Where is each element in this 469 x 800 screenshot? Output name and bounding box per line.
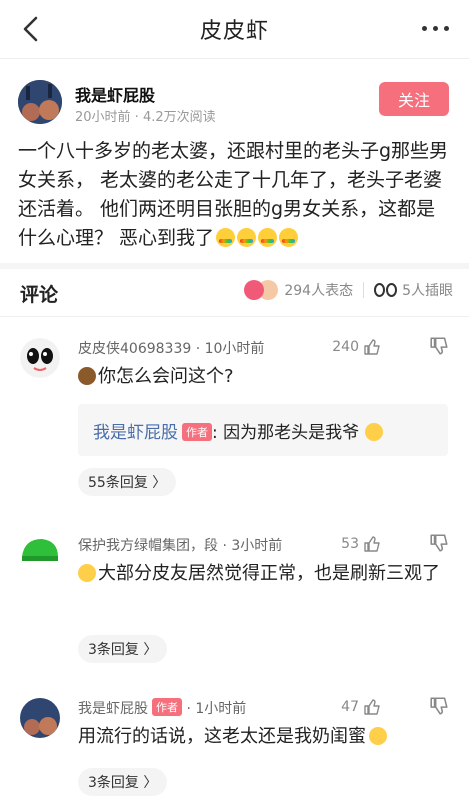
post-meta: 20小时前 · 4.2万次阅读	[75, 110, 216, 125]
thumbs-down-icon[interactable]	[429, 696, 449, 716]
post-author-name[interactable]: 我是虾屁股	[75, 82, 155, 106]
comment-like-button[interactable]: 53	[341, 535, 381, 553]
comments-header: 评论 294人表态 5人插眼	[0, 270, 469, 314]
author-tag: 作者	[182, 423, 212, 441]
comment-like-button[interactable]: 47	[341, 698, 381, 716]
crying-emoji-icon	[237, 228, 257, 247]
commenter-avatar[interactable]	[20, 338, 60, 378]
comment-author[interactable]: 我是虾屁股 作者 · 1小时前	[78, 698, 246, 718]
like-count: 47	[341, 699, 359, 715]
crying-emoji-icon	[279, 228, 299, 247]
thumbs-up-icon	[364, 536, 380, 552]
eyes-icon	[374, 283, 398, 297]
reply-count-button[interactable]: 3条回复 〉	[78, 768, 168, 796]
header-divider	[0, 58, 469, 59]
author-avatar[interactable]	[18, 80, 62, 124]
reactions-count: 294人表态	[284, 283, 354, 299]
like-count: 53	[341, 536, 359, 552]
top-bar: 皮皮虾	[0, 0, 469, 58]
pleading-emoji-icon	[369, 727, 387, 745]
crying-emoji-icon	[216, 228, 236, 247]
pleading-emoji-icon	[364, 423, 383, 441]
reactions-separator	[363, 282, 365, 298]
comment-author[interactable]: 皮皮侠40698339 · 10小时前	[78, 338, 264, 358]
page-title: 皮皮虾	[199, 19, 269, 44]
reply-text: : 因为那老头是我爷	[212, 418, 385, 443]
back-arrow-icon[interactable]	[16, 12, 46, 46]
post-header: 我是虾屁股 20小时前 · 4.2万次阅读 关注	[18, 78, 453, 128]
crying-emoji-icon	[258, 228, 278, 247]
comment-like-button[interactable]: 240	[332, 338, 381, 356]
thumbs-down-icon[interactable]	[429, 533, 449, 553]
hat-emoji-icon	[78, 367, 96, 385]
comment-text: 你怎么会问这个?	[78, 362, 448, 391]
post-body: 一个八十多岁的老太婆，还跟村里的老头子g那些男女关系， 老太婆的老公走了十几年了…	[18, 137, 454, 253]
thumbs-down-icon[interactable]	[429, 336, 449, 356]
more-options-icon[interactable]	[422, 26, 449, 31]
comment-author[interactable]: 保护我方绿帽集团，段 · 3小时前	[78, 535, 282, 555]
commenter-avatar[interactable]	[20, 698, 60, 738]
illustrations-count: 5人插眼	[402, 283, 453, 299]
thumbs-up-icon	[364, 339, 380, 355]
reply-author[interactable]: 我是虾屁股 作者	[93, 418, 212, 443]
comment-text: 用流行的话说，这老太还是我奶闺蜜	[78, 722, 448, 751]
comments-title: 评论	[20, 284, 59, 306]
author-tag: 作者	[152, 698, 182, 716]
like-count: 240	[332, 339, 359, 355]
section-divider	[0, 263, 469, 269]
commenter-avatar[interactable]	[20, 535, 60, 575]
laughing-emoji-icon	[78, 564, 96, 582]
author-reply-box[interactable]: 我是虾屁股 作者 : 因为那老头是我爷	[78, 404, 448, 456]
reply-count-button[interactable]: 55条回复 〉	[78, 468, 177, 496]
reply-count-button[interactable]: 3条回复 〉	[78, 635, 168, 663]
comment-text: 大部分皮友居然觉得正常，也是刷新三观了	[78, 559, 448, 588]
thumbs-up-icon	[364, 699, 380, 715]
follow-button[interactable]: 关注	[379, 82, 449, 116]
reactions-summary[interactable]: 294人表态 5人插眼	[244, 280, 453, 300]
comments-divider	[0, 316, 469, 317]
